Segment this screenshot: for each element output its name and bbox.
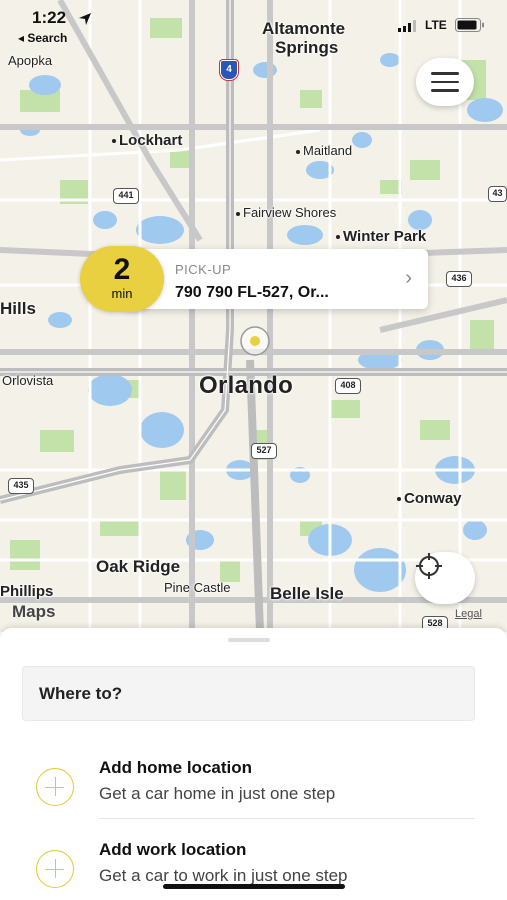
menu-button[interactable] xyxy=(416,58,474,106)
add-work-subtitle: Get a car to work in just one step xyxy=(99,866,348,885)
locate-me-button[interactable] xyxy=(415,552,475,604)
map-label-orlovista: Orlovista xyxy=(2,373,54,388)
maps-brand-label: Maps xyxy=(12,602,56,621)
add-home-subtitle: Get a car home in just one step xyxy=(99,784,336,803)
bottom-sheet[interactable]: Where to? Add home location Get a car ho… xyxy=(0,628,507,900)
interstate-4-shield: 4 xyxy=(220,60,238,80)
map-label-conway: Conway xyxy=(397,490,462,507)
row-divider xyxy=(99,818,475,819)
destination-search-field[interactable]: Where to? xyxy=(22,666,475,721)
eta-unit: min xyxy=(111,286,133,301)
map-label-orlando: Orlando xyxy=(199,372,294,399)
map-label-winter-park: Winter Park xyxy=(336,228,426,245)
destination-search-placeholder: Where to? xyxy=(39,684,123,703)
map-label-fairview-shores: Fairview Shores xyxy=(236,205,336,220)
map-label-maitland: Maitland xyxy=(296,143,352,158)
map-label-apopka: Apopka xyxy=(8,53,53,68)
eta-badge: 2 min xyxy=(80,246,164,312)
status-time: 1:22 xyxy=(32,8,67,27)
eta-value: 2 xyxy=(113,253,131,286)
pickup-label: PICK-UP xyxy=(175,262,232,277)
add-work-title: Add work location xyxy=(99,840,247,859)
route-408-shield: 408 xyxy=(335,378,361,394)
add-home-title: Add home location xyxy=(99,758,252,777)
pickup-card[interactable]: PICK-UP 790 790 FL-527, Or... › 2 min xyxy=(80,246,428,312)
chevron-right-icon: › xyxy=(405,267,412,289)
back-to-search-link[interactable]: ◂ Search xyxy=(18,31,67,45)
battery-icon xyxy=(455,18,484,32)
legal-link[interactable]: Legal xyxy=(455,608,482,620)
location-arrow-icon xyxy=(79,13,91,25)
pickup-location-pin xyxy=(240,326,270,356)
status-bar: 1:22 ◂ Search LTE xyxy=(0,0,507,52)
map-label-lockhart: Lockhart xyxy=(112,132,182,149)
pickup-address: 790 790 FL-527, Or... xyxy=(175,284,329,301)
map-label-oak-ridge: Oak Ridge xyxy=(96,557,181,576)
sheet-grabber[interactable] xyxy=(228,638,270,642)
pickup-card-body[interactable]: PICK-UP 790 790 FL-527, Or... › xyxy=(125,249,428,309)
map-view[interactable]: Altamonte Springs Apopka Lockhart Maitla… xyxy=(0,0,507,632)
map-label-hills: Hills xyxy=(0,299,36,318)
plus-icon xyxy=(36,850,74,888)
signal-strength-icon xyxy=(398,20,416,32)
add-work-location-row[interactable]: Add work location Get a car to work in j… xyxy=(0,838,507,900)
route-43-shield: 43 xyxy=(488,186,507,202)
route-436-shield: 436 xyxy=(446,271,472,287)
map-label-pine-castle: Pine Castle xyxy=(164,580,231,595)
home-indicator[interactable] xyxy=(163,884,345,889)
map-label-belle-isle: Belle Isle xyxy=(270,584,344,603)
network-type: LTE xyxy=(425,18,447,32)
route-441-shield: 441 xyxy=(113,188,139,204)
add-home-location-row[interactable]: Add home location Get a car home in just… xyxy=(0,756,507,820)
plus-icon xyxy=(36,768,74,806)
route-527-shield: 527 xyxy=(251,443,277,459)
map-label-phillips: Phillips xyxy=(0,583,54,600)
hamburger-icon xyxy=(431,72,459,75)
maps-attribution: Maps xyxy=(12,602,55,622)
crosshair-icon xyxy=(416,553,442,579)
route-435-shield: 435 xyxy=(8,478,34,494)
